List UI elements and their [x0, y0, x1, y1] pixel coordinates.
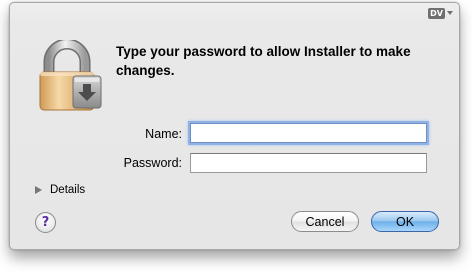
authentication-dialog: DV Type your password to allow Installer… [9, 2, 460, 250]
password-label: Password: [123, 156, 182, 170]
details-label: Details [50, 184, 86, 196]
name-field[interactable] [190, 123, 427, 143]
help-icon: ? [41, 215, 50, 230]
authentication-message: Type your password to allow Installer to… [116, 44, 411, 78]
disclosure-triangle-icon [35, 186, 42, 194]
padlock-icon [35, 38, 107, 112]
input-menu-button[interactable]: DV [428, 7, 453, 19]
password-field[interactable] [190, 153, 427, 173]
name-label: Name: [145, 127, 182, 141]
cancel-button[interactable]: Cancel [291, 211, 359, 232]
screen-background: DV Type your password to allow Installer… [0, 0, 472, 272]
help-button[interactable]: ? [35, 212, 56, 233]
ok-button[interactable]: OK [371, 211, 439, 232]
chevron-down-icon [447, 11, 453, 15]
dialog-titlebar: DV [10, 3, 459, 23]
input-method-badge: DV [428, 7, 445, 19]
details-disclosure[interactable]: Details [35, 184, 85, 196]
